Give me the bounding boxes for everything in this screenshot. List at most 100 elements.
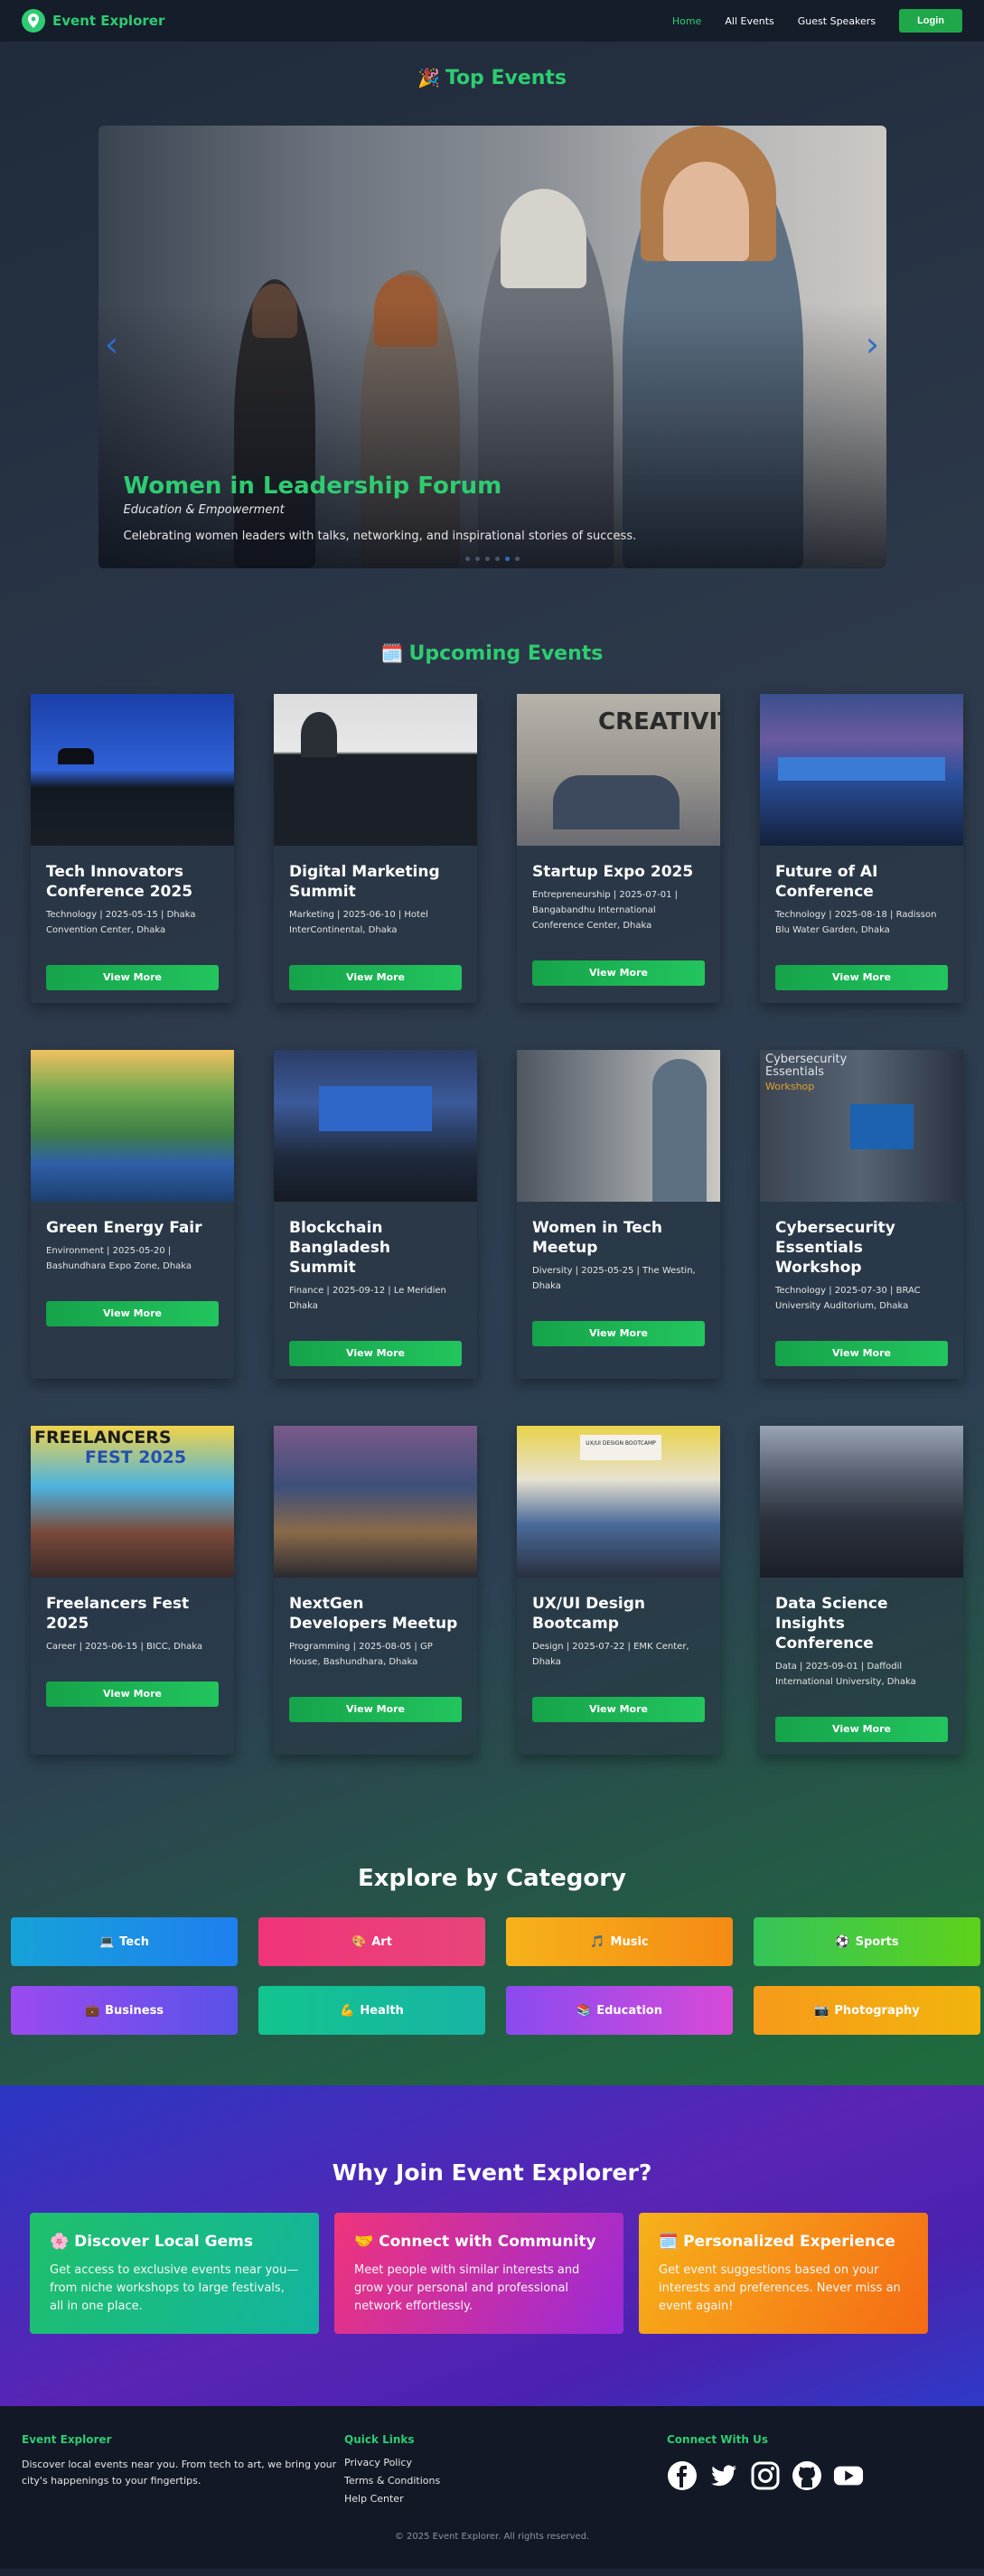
category-label: Music xyxy=(610,1934,649,1949)
github-icon[interactable] xyxy=(792,2460,822,2491)
carousel-dot[interactable] xyxy=(514,557,520,561)
terms-link[interactable]: Terms & Conditions xyxy=(344,2475,667,2487)
category-tech-button[interactable]: 💻 Tech xyxy=(11,1917,238,1966)
soccer-ball-icon: ⚽ xyxy=(835,1934,850,1949)
page: Event Explorer Home All Events Guest Spe… xyxy=(0,0,984,2569)
category-label: Art xyxy=(371,1934,392,1949)
handshake-icon: 🤝 xyxy=(354,2233,374,2251)
image-caption: Workshop xyxy=(765,1081,815,1092)
facebook-icon[interactable] xyxy=(667,2460,698,2491)
event-image xyxy=(760,1426,963,1578)
category-art-button[interactable]: 🎨 Art xyxy=(258,1917,485,1966)
why-join-section: Why Join Event Explorer? 🌸 Discover Loca… xyxy=(0,2085,984,2406)
view-more-button[interactable]: View More xyxy=(532,1697,705,1722)
event-card: Blockchain Bangladesh Summit Finance | 2… xyxy=(274,1050,477,1379)
category-grid: 💻 Tech 🎨 Art 🎵 Music ⚽ Sports 💼 Business 💪 Hea… xyxy=(0,1917,984,2035)
event-meta: Environment | 2025-05-20 | Bashundhara E… xyxy=(46,1246,192,1271)
event-title: Data Science Insights Conference xyxy=(775,1595,888,1653)
category-photography-button[interactable]: 📷 Photography xyxy=(754,1986,980,2035)
twitter-icon[interactable] xyxy=(708,2460,739,2491)
party-popper-icon: 🎉 xyxy=(417,67,440,89)
event-card: Future of AI Conference Technology | 202… xyxy=(760,694,963,1003)
event-image xyxy=(274,1050,477,1202)
event-meta: Career | 2025-06-15 | BICC, Dhaka xyxy=(46,1642,203,1652)
event-meta: Programming | 2025-08-05 | GP House, Bas… xyxy=(289,1642,433,1667)
carousel-dot[interactable] xyxy=(484,557,490,561)
view-more-button[interactable]: View More xyxy=(46,1681,219,1707)
event-card: Tech Innovators Conference 2025 Technolo… xyxy=(31,694,234,1003)
category-label: Sports xyxy=(855,1934,899,1949)
view-more-button[interactable]: View More xyxy=(289,1341,462,1366)
carousel-dot-active[interactable] xyxy=(504,557,510,561)
event-meta: Entrepreneurship | 2025-07-01 | Bangaban… xyxy=(532,890,679,931)
brand-name: Event Explorer xyxy=(52,13,165,29)
category-health-button[interactable]: 💪 Health xyxy=(258,1986,485,2035)
view-more-button[interactable]: View More xyxy=(46,965,219,990)
event-meta: Data | 2025-09-01 | Daffodil Internation… xyxy=(775,1662,916,1687)
view-more-button[interactable]: View More xyxy=(532,1321,705,1346)
event-meta: Technology | 2025-08-18 | Radisson Blu W… xyxy=(775,910,937,935)
footer: Event Explorer Discover local events nea… xyxy=(0,2406,984,2569)
event-meta: Diversity | 2025-05-25 | The Westin, Dha… xyxy=(532,1266,696,1291)
why-card-title: 🌸 Discover Local Gems xyxy=(50,2233,299,2251)
event-grid: Tech Innovators Conference 2025 Technolo… xyxy=(0,694,984,1755)
view-more-button[interactable]: View More xyxy=(532,960,705,986)
nav-home-link[interactable]: Home xyxy=(672,15,701,27)
event-image xyxy=(517,1050,720,1202)
nav-all-events-link[interactable]: All Events xyxy=(725,15,773,27)
category-education-button[interactable]: 📚 Education xyxy=(506,1986,733,2035)
carousel-prev-button[interactable]: ‹ xyxy=(102,327,122,361)
youtube-icon[interactable] xyxy=(833,2460,864,2491)
event-title: Blockchain Bangladesh Summit xyxy=(289,1219,390,1277)
category-label: Business xyxy=(105,2003,164,2018)
view-more-button[interactable]: View More xyxy=(775,1341,948,1366)
brand[interactable]: Event Explorer xyxy=(22,9,164,33)
image-caption: FREELANCERS xyxy=(34,1428,172,1447)
event-title: Startup Expo 2025 xyxy=(532,863,694,881)
event-card: FREELANCERS FEST 2025 Freelancers Fest 2… xyxy=(31,1426,234,1755)
hero-carousel[interactable]: ‹ › Women in Leadership Forum Education … xyxy=(98,126,886,568)
why-card-title-text: Connect with Community xyxy=(379,2233,596,2251)
login-button[interactable]: Login xyxy=(899,9,962,33)
help-center-link[interactable]: Help Center xyxy=(344,2493,667,2505)
category-sports-button[interactable]: ⚽ Sports xyxy=(754,1917,980,1966)
why-card-text: Get access to exclusive events near you—… xyxy=(50,2263,299,2313)
carousel-dots xyxy=(98,557,886,561)
view-more-button[interactable]: View More xyxy=(289,965,462,990)
image-caption: CREATIVITY xyxy=(598,708,720,735)
palette-icon: 🎨 xyxy=(351,1934,367,1949)
carousel-dot[interactable] xyxy=(494,557,500,561)
event-card: CREATIVITY Startup Expo 2025 Entrepreneu… xyxy=(517,694,720,1003)
view-more-button[interactable]: View More xyxy=(775,1717,948,1742)
view-more-button[interactable]: View More xyxy=(775,965,948,990)
flower-icon: 🌸 xyxy=(50,2233,70,2251)
music-icon: 🎵 xyxy=(590,1934,605,1949)
carousel-dot[interactable] xyxy=(464,557,470,561)
event-image xyxy=(274,694,477,846)
category-label: Tech xyxy=(119,1934,150,1949)
image-caption: UX/UI DESIGN BOOTCAMP xyxy=(580,1435,661,1460)
why-card: 🌸 Discover Local Gems Get access to excl… xyxy=(30,2213,319,2334)
category-title: Explore by Category xyxy=(358,1865,626,1892)
calendar-icon: 🗓️ xyxy=(380,642,404,664)
event-card: Digital Marketing Summit Marketing | 202… xyxy=(274,694,477,1003)
view-more-button[interactable]: View More xyxy=(289,1697,462,1722)
carousel-dot[interactable] xyxy=(474,557,480,561)
view-more-button[interactable]: View More xyxy=(46,1301,219,1326)
top-events-title: 🎉 Top Events xyxy=(0,67,984,89)
instagram-icon[interactable] xyxy=(750,2460,781,2491)
category-business-button[interactable]: 💼 Business xyxy=(11,1986,238,2035)
nav-guest-speakers-link[interactable]: Guest Speakers xyxy=(798,15,876,27)
privacy-policy-link[interactable]: Privacy Policy xyxy=(344,2457,667,2468)
laptop-icon: 💻 xyxy=(98,1934,115,1949)
top-events-title-text: Top Events xyxy=(445,67,567,89)
category-music-button[interactable]: 🎵 Music xyxy=(506,1917,733,1966)
carousel-next-button[interactable]: › xyxy=(863,327,883,361)
footer-about-text: Discover local events near you. From tec… xyxy=(22,2459,337,2487)
event-title: Future of AI Conference xyxy=(775,863,878,901)
event-title: Freelancers Fest 2025 xyxy=(46,1595,190,1633)
event-title: Cybersecurity Essentials Workshop xyxy=(775,1219,895,1277)
footer-links-title: Quick Links xyxy=(344,2433,415,2446)
camera-icon: 📷 xyxy=(814,2003,829,2018)
upcoming-events-title: 🗓️ Upcoming Events xyxy=(0,642,984,665)
